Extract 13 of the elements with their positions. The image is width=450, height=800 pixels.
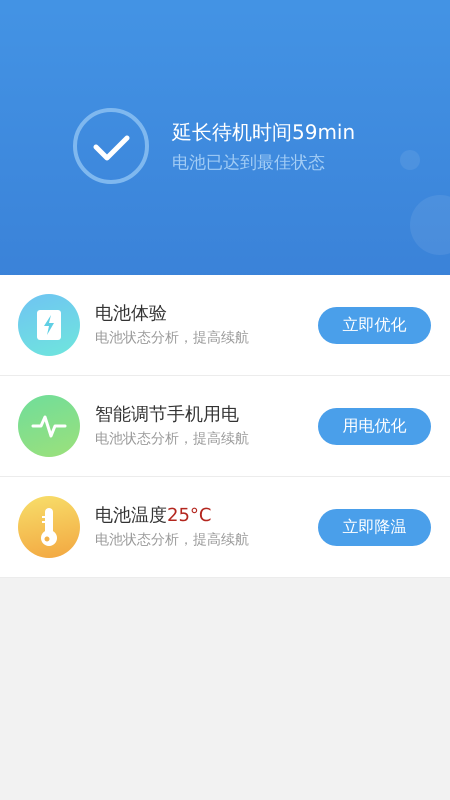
standby-time-title: 延长待机时间59min <box>172 118 356 146</box>
item-title: 智能调节手机用电 <box>95 404 239 425</box>
item-title: 电池温度 <box>95 505 167 526</box>
item-description: 电池状态分析，提高续航 <box>95 531 250 550</box>
item-title: 电池体验 <box>95 303 167 324</box>
check-circle-icon <box>72 107 150 185</box>
item-description: 电池状态分析，提高续航 <box>95 329 250 348</box>
temperature-value: 25°C <box>167 505 212 526</box>
action-button[interactable]: 用电优化 <box>318 408 431 444</box>
action-button[interactable]: 立即降温 <box>318 508 431 546</box>
battery-status-text: 电池已达到最佳状态 <box>172 152 326 174</box>
item-description: 电池状态分析，提高续航 <box>95 430 250 449</box>
action-button[interactable]: 立即优化 <box>318 306 431 344</box>
